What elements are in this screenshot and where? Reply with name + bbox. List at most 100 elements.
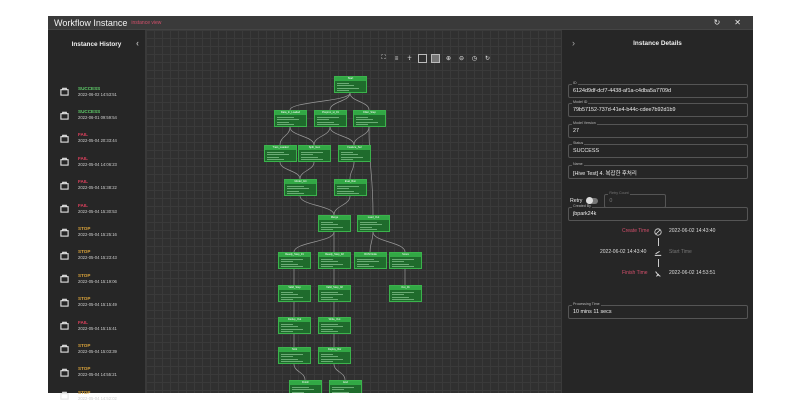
created-by-field[interactable]: Created By jbpark24k (568, 204, 748, 221)
workflow-node[interactable]: Data_In_Loaded (274, 110, 307, 127)
start-time-icon (654, 250, 662, 256)
retry-count-field[interactable]: Retry Count 0 (604, 191, 667, 208)
retry-count-value: 0 (609, 198, 613, 204)
close-icon[interactable]: ✕ (734, 18, 741, 27)
history-item[interactable]: STOP 2022-05-04 15:23:43 (48, 244, 146, 267)
workflow-node[interactable]: Valid_Step_02 (318, 285, 351, 302)
workflow-node[interactable]: RUN Node (354, 252, 387, 269)
grid-outline-icon[interactable] (418, 54, 427, 63)
name-field[interactable]: Name [Hive Test] 4. 복잡한 후처리 (568, 162, 748, 179)
workflow-node-line (360, 226, 372, 228)
instance-history-panel: Instance History ‹ SUCCESS 2022-06-02 14:… (48, 30, 146, 401)
workflow-node-line (337, 87, 359, 89)
model-version-field[interactable]: Model Version 27 (568, 121, 748, 138)
workflow-node-line (281, 328, 303, 330)
workflow-node[interactable]: Feature_Sel (338, 145, 371, 162)
instance-icon (60, 392, 69, 400)
workflow-node-line (287, 190, 299, 192)
refresh-icon[interactable]: ↻ (483, 54, 492, 63)
workflow-node-line (281, 291, 293, 293)
zoom-in-icon[interactable]: ⊕ (444, 54, 453, 63)
workflow-node[interactable]: Write_Out (318, 317, 351, 334)
workflow-node-line (292, 391, 304, 393)
workflow-node-line (301, 159, 323, 160)
window-subtitle: instance view (131, 19, 162, 26)
tree-icon[interactable]: ☥ (405, 54, 414, 63)
workflow-node[interactable]: Model_Init (284, 179, 317, 196)
history-item[interactable]: STOP 2022-05-04 15:03:39 (48, 337, 146, 360)
history-date: 2022-05-04 15:38:22 (78, 185, 117, 191)
reset-icon[interactable]: ◷ (470, 54, 479, 63)
workflow-node[interactable]: Filter_Step (353, 110, 386, 127)
history-item[interactable]: STOP 2022-05-04 14:55:21 (48, 361, 146, 384)
status-field[interactable]: Status SUCCESS (568, 141, 748, 158)
workflow-node-line (337, 188, 349, 189)
history-item[interactable]: FAIL 2022-05-04 20:33:44 (48, 127, 146, 150)
workflow-node-label: Preproc_st_01 (315, 111, 346, 115)
workflow-node-line (277, 121, 289, 123)
workflow-node-line (321, 291, 338, 293)
workflow-node-line (337, 85, 354, 86)
history-item[interactable]: STOP 2022-05-04 15:15:49 (48, 291, 146, 314)
id-field[interactable]: ID 6124d9df-dcf7-4438-af1a-c4dba5a7709d (568, 81, 748, 98)
id-label: ID (572, 81, 578, 85)
workflow-node[interactable]: Ready_Step_02 (318, 252, 351, 269)
history-item[interactable]: STOP 2022-05-04 15:19:06 (48, 267, 146, 290)
history-date: 2022-05-04 15:19:06 (78, 278, 117, 284)
fit-screen-icon[interactable]: ⛶ (379, 54, 388, 63)
workflow-node-label: Load_Out (358, 216, 389, 220)
workflow-node-line (392, 258, 414, 260)
workflow-node-line (341, 159, 353, 160)
workflow-node-line (392, 299, 414, 300)
workflow-node-line (281, 258, 303, 260)
workflow-graph-canvas[interactable]: Start Data_In_Loaded Preproc_st_01 Filter_S… (146, 30, 561, 393)
workflow-node[interactable]: Start (334, 76, 367, 93)
workflow-node[interactable]: Dedup_Out (278, 317, 311, 334)
workflow-node[interactable]: Ready_Step_01 (278, 252, 311, 269)
history-item[interactable]: FAIL 2022-05-04 15:30:53 (48, 197, 146, 220)
history-item[interactable]: FAIL 2022-05-04 15:38:22 (48, 174, 146, 197)
graph-edge (279, 161, 301, 180)
workflow-node[interactable]: Load_Out (357, 215, 390, 232)
workflow-node-line (281, 323, 293, 325)
workflow-node[interactable]: Score (389, 252, 422, 269)
workflow-node[interactable]: Deploy_Rw (318, 347, 351, 364)
graph-edge (289, 126, 315, 146)
workflow-node[interactable]: Preproc_st_01 (314, 110, 347, 127)
workflow-node[interactable]: Sink (278, 347, 311, 364)
workflow-node[interactable]: Train_Loaded (264, 145, 297, 162)
workflow-node[interactable]: Merge (318, 215, 351, 232)
workflow-node-line (301, 154, 313, 155)
workflow-node-line (321, 294, 343, 295)
history-date: 2022-05-04 14:55:21 (78, 372, 117, 378)
workflow-node-line (360, 224, 382, 225)
model-id-field[interactable]: Model ID 79b57152-737d-41e4-b44c-cdee7b9… (568, 100, 748, 117)
history-item[interactable]: STOP 2022-05-04 14:52:02 (48, 384, 146, 407)
chevron-left-icon[interactable]: ‹ (136, 38, 139, 48)
workflow-node-line (360, 221, 377, 223)
workflow-node[interactable]: Valid_Step (278, 285, 311, 302)
workflow-node[interactable]: Split_Gen (298, 145, 331, 162)
workflow-node-label: Score (390, 253, 421, 257)
instance-details-header: › Instance Details (562, 30, 753, 58)
history-item[interactable]: FAIL 2022-05-04 15:15:41 (48, 314, 146, 337)
workflow-node[interactable]: Finish (289, 380, 322, 393)
processing-time-field[interactable]: Processing Time 10 mins 11 secs (568, 302, 748, 319)
workflow-node[interactable]: Out_01 (389, 285, 422, 302)
graph-edge (333, 195, 351, 216)
workflow-node[interactable]: Eval_Run (334, 179, 367, 196)
workflow-node-line (301, 156, 318, 158)
layout-icon[interactable]: ≡ (392, 54, 401, 63)
history-item[interactable]: STOP 2022-05-04 15:25:16 (48, 220, 146, 243)
finish-time-icon (655, 271, 661, 277)
zoom-out-icon[interactable]: ⊖ (457, 54, 466, 63)
grid-filled-icon[interactable] (431, 54, 440, 63)
history-item[interactable]: FAIL 2022-05-04 14:06:23 (48, 150, 146, 173)
workflow-node[interactable]: End (329, 380, 362, 393)
refresh-icon[interactable]: ↻ (714, 18, 721, 27)
workflow-node-line (337, 185, 359, 187)
workflow-node-line (321, 296, 333, 298)
instance-icon (60, 111, 69, 120)
history-item[interactable]: SUCCESS 2022-06-01 09:59:54 (48, 103, 146, 126)
history-item[interactable]: SUCCESS 2022-06-02 14:53:51 (48, 80, 146, 103)
